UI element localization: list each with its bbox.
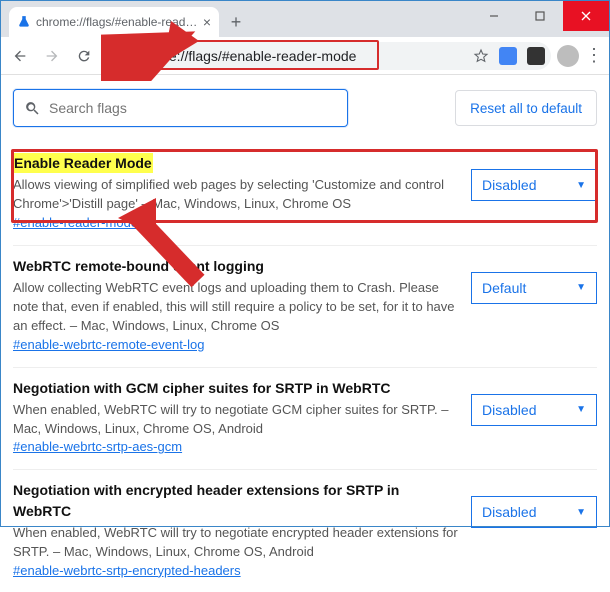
chevron-down-icon: ▼ xyxy=(576,180,586,191)
window-controls xyxy=(471,1,609,31)
omnibox[interactable]: chrome://flags/#enable-reader-mode xyxy=(103,42,551,70)
maximize-button[interactable] xyxy=(517,1,563,31)
flag-title: Negotiation with GCM cipher suites for S… xyxy=(13,378,391,398)
new-tab-button[interactable]: + xyxy=(223,9,249,35)
flag-description: Allows viewing of simplified web pages b… xyxy=(13,177,444,211)
flag-select[interactable]: Disabled ▼ xyxy=(471,169,597,201)
flag-select[interactable]: Disabled ▼ xyxy=(471,496,597,528)
flag-anchor-link[interactable]: #enable-reader-mode xyxy=(13,215,138,230)
flag-title: Negotiation with encrypted header extens… xyxy=(13,480,461,521)
flag-description: Allow collecting WebRTC event logs and u… xyxy=(13,280,455,333)
flag-select-value: Disabled xyxy=(482,402,536,418)
flag-row: Negotiation with GCM cipher suites for S… xyxy=(13,368,597,470)
titlebar: chrome://flags/#enable-reader-m × + xyxy=(1,1,609,37)
flag-anchor-link[interactable]: #enable-webrtc-srtp-aes-gcm xyxy=(13,439,182,454)
flag-select[interactable]: Default ▼ xyxy=(471,272,597,304)
search-input[interactable] xyxy=(13,89,348,127)
star-icon[interactable] xyxy=(473,48,489,64)
reset-all-button[interactable]: Reset all to default xyxy=(455,90,597,126)
flag-select-value: Disabled xyxy=(482,504,536,520)
flag-anchor-link[interactable]: #enable-webrtc-srtp-encrypted-headers xyxy=(13,563,241,578)
avatar[interactable] xyxy=(557,45,579,67)
flag-select[interactable]: Disabled ▼ xyxy=(471,394,597,426)
flag-row: Negotiation with encrypted header extens… xyxy=(13,470,597,592)
menu-button[interactable]: ⋮ xyxy=(585,45,603,66)
chevron-down-icon: ▼ xyxy=(576,507,586,518)
back-button[interactable] xyxy=(7,43,33,69)
flag-select-value: Default xyxy=(482,280,526,296)
close-window-button[interactable] xyxy=(563,1,609,31)
close-icon[interactable]: × xyxy=(203,14,211,30)
flag-select-value: Disabled xyxy=(482,177,536,193)
extension-icon[interactable] xyxy=(527,47,545,65)
chevron-down-icon: ▼ xyxy=(576,404,586,415)
minimize-button[interactable] xyxy=(471,1,517,31)
url-text: chrome://flags/#enable-reader-mode xyxy=(130,48,356,64)
content-area: Reset all to default Enable Reader Mode A… xyxy=(1,75,609,592)
browser-tab[interactable]: chrome://flags/#enable-reader-m × xyxy=(9,7,219,37)
flag-anchor-link[interactable]: #enable-webrtc-remote-event-log xyxy=(13,337,204,352)
address-bar: chrome://flags/#enable-reader-mode ⋮ xyxy=(1,37,609,75)
reload-button[interactable] xyxy=(71,43,97,69)
tab-title: chrome://flags/#enable-reader-m xyxy=(36,15,198,29)
flask-icon xyxy=(17,15,31,29)
flag-title: WebRTC remote-bound event logging xyxy=(13,256,264,276)
chevron-down-icon: ▼ xyxy=(576,282,586,293)
flag-description: When enabled, WebRTC will try to negotia… xyxy=(13,525,458,559)
flag-title: Enable Reader Mode xyxy=(13,153,153,173)
forward-button[interactable] xyxy=(39,43,65,69)
flag-description: When enabled, WebRTC will try to negotia… xyxy=(13,402,448,436)
flag-row: Enable Reader Mode Allows viewing of simp… xyxy=(13,143,597,245)
chrome-icon xyxy=(109,48,124,63)
search-icon xyxy=(24,100,41,117)
extension-icon[interactable] xyxy=(499,47,517,65)
flag-row: WebRTC remote-bound event logging Allow c… xyxy=(13,246,597,367)
